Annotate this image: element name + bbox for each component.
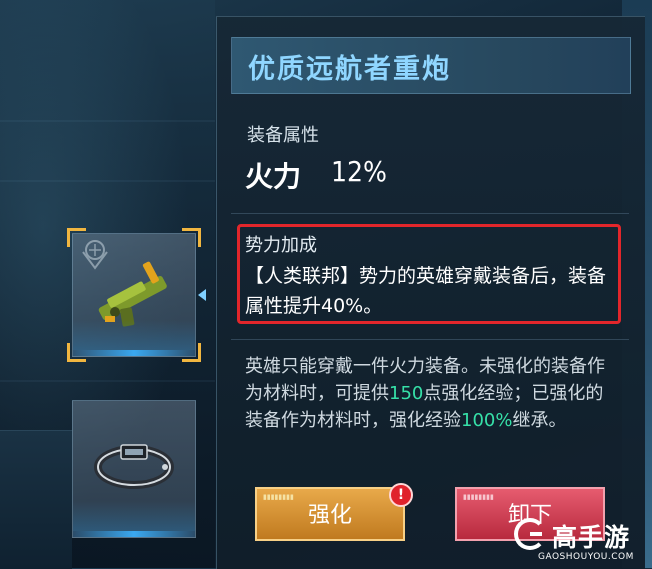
divider: [231, 339, 629, 340]
enhance-alert-badge: !: [389, 483, 413, 507]
button-decoration: ▮▮▮▮▮▮▮▮: [263, 493, 294, 501]
divider: [231, 213, 629, 214]
slot-selected-bar: [73, 350, 195, 356]
slot-shade: [73, 320, 195, 350]
title-bar: 优质远航者重炮: [231, 37, 631, 94]
description-text: 继承。: [512, 410, 567, 431]
equipment-slot[interactable]: [72, 400, 196, 538]
slot-corner: [67, 228, 86, 247]
attribute-name: 火力: [245, 160, 302, 193]
selected-indicator-arrow-icon: [198, 289, 206, 301]
exp-value: 150: [389, 383, 424, 404]
watermark-domain: GAOSHOUYOU.COM: [538, 552, 634, 562]
slot-shade: [73, 501, 195, 531]
equipment-title: 优质远航者重炮: [248, 54, 451, 85]
equipment-slot-selected[interactable]: [67, 228, 201, 362]
slot-bar: [73, 531, 195, 537]
background-crate: [0, 430, 72, 569]
faction-bonus-description: 【人类联邦】势力的英雄穿戴装备后，装备属性提升40%。: [245, 265, 607, 317]
armband-gear-icon: [94, 444, 174, 489]
brand-logo-icon: [514, 518, 546, 550]
equipment-detail-panel: 优质远航者重炮 装备属性 火力 12% 势力加成 【人类联邦】势力的英雄穿戴装备…: [216, 16, 645, 569]
faction-bonus-title: 势力加成: [245, 235, 317, 256]
enhance-button-label: 强化: [307, 503, 352, 528]
inherit-rate: 100%: [461, 410, 513, 431]
enhance-button[interactable]: ▮▮▮▮▮▮▮▮ 强化: [255, 487, 405, 541]
attribute-value: 12%: [331, 155, 387, 188]
button-decoration: ▮▮▮▮▮▮▮▮: [463, 493, 494, 501]
equipment-description: 英雄只能穿戴一件火力装备。未强化的装备作为材料时，可提供150点强化经验；已强化…: [245, 353, 615, 434]
slot-corner: [182, 343, 201, 362]
attribute-section-label: 装备属性: [247, 125, 319, 146]
slot-corner: [182, 228, 201, 247]
site-watermark: 高手游 GAOSHOUYOU.COM: [514, 516, 644, 564]
watermark-brand: 高手游: [552, 523, 631, 552]
slot-corner: [67, 343, 86, 362]
